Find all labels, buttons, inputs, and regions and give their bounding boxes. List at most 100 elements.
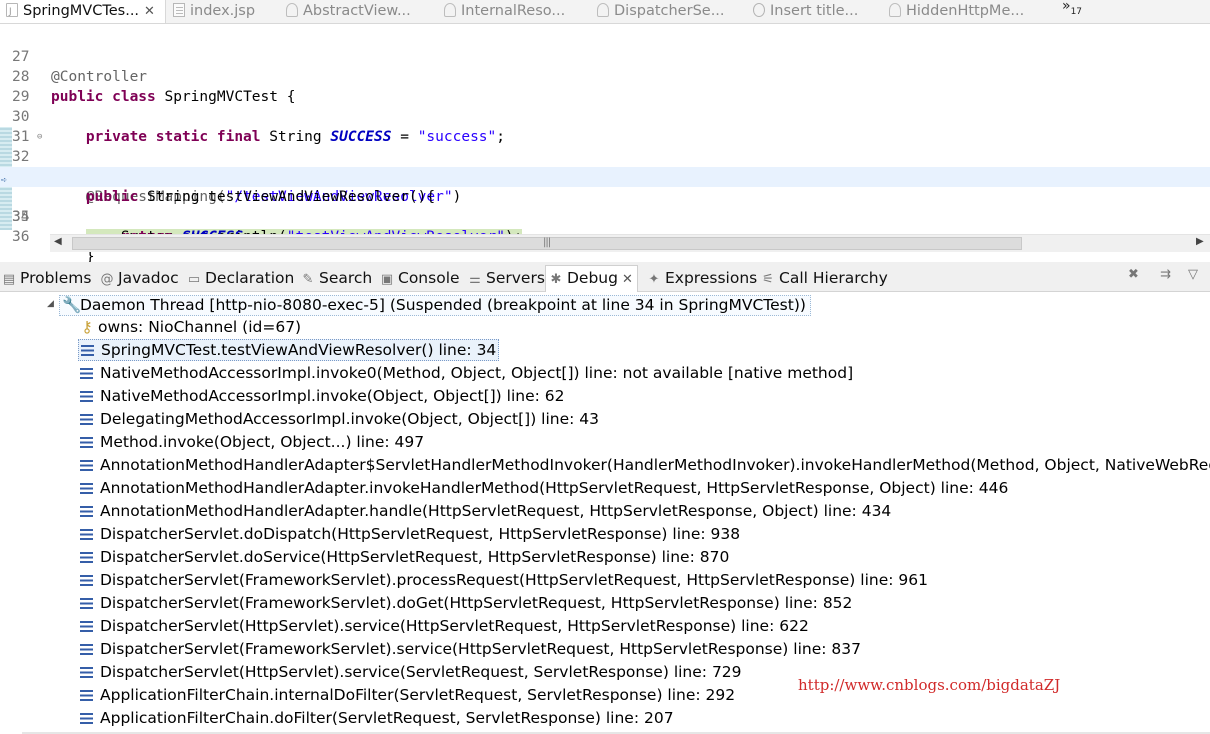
- class-file-icon: [889, 3, 901, 17]
- thread-label-box: 🔧Daemon Thread [http-nio-8080-exec-5] (S…: [59, 295, 811, 316]
- code-editor[interactable]: 27 @Controller 28 public class SpringMVC…: [0, 24, 1210, 265]
- tab-console[interactable]: ▣ Console: [380, 267, 460, 291]
- stack-frame-icon: [80, 506, 93, 517]
- editor-tab-label: HiddenHttpMe...: [906, 3, 1025, 19]
- owns-label: owns: NioChannel (id=67): [98, 318, 302, 336]
- class-file-icon: [597, 3, 609, 17]
- frame-label: Method.invoke(Object, Object...) line: 4…: [100, 433, 425, 451]
- editor-tab-hiddenhttpme[interactable]: HiddenHttpMe...: [889, 0, 1025, 23]
- stack-frame[interactable]: ApplicationFilterChain.doFilter(ServletR…: [80, 707, 674, 730]
- tab-overflow-button[interactable]: »17: [1062, 0, 1082, 17]
- stack-frame-icon: [80, 483, 93, 494]
- javadoc-icon: @: [100, 272, 114, 287]
- frame-label: DelegatingMethodAccessorImpl.invoke(Obje…: [100, 410, 600, 428]
- tab-label: Declaration: [205, 269, 295, 287]
- tab-label: Debug: [567, 269, 618, 287]
- stack-frame[interactable]: ApplicationFilterChain.internalDoFilter(…: [80, 684, 735, 707]
- editor-horizontal-scrollbar[interactable]: ◀ ||| ▶: [50, 234, 1210, 252]
- frame-label: DispatcherServlet.doService(HttpServletR…: [100, 548, 730, 566]
- stack-frame[interactable]: NativeMethodAccessorImpl.invoke0(Method,…: [80, 362, 853, 385]
- editor-tab-label: index.jsp: [190, 3, 256, 19]
- stack-frame[interactable]: AnnotationMethodHandlerAdapter$ServletHa…: [80, 454, 1210, 477]
- tab-debug[interactable]: ✱ Debug ✕: [545, 265, 638, 293]
- frame-label: SpringMVCTest.testViewAndViewResolver() …: [101, 341, 497, 359]
- stack-frame[interactable]: DispatcherServlet(FrameworkServlet).serv…: [80, 638, 861, 661]
- editor-tab-bar: SpringMVCTes... ✕ index.jsp AbstractView.…: [0, 0, 1210, 24]
- debug-tree[interactable]: ◢ 🔧Daemon Thread [http-nio-8080-exec-5] …: [0, 292, 1210, 734]
- frame-label: DispatcherServlet(FrameworkServlet).serv…: [100, 640, 861, 658]
- tab-label: Search: [319, 269, 373, 287]
- tab-search[interactable]: ✎ Search: [301, 267, 373, 291]
- stack-frame[interactable]: Method.invoke(Object, Object...) line: 4…: [80, 431, 424, 454]
- tab-declaration[interactable]: ▭ Declaration: [187, 267, 295, 291]
- editor-tab-dispatcherse[interactable]: DispatcherSe...: [597, 0, 725, 23]
- tab-call-hierarchy[interactable]: ⚟ Call Hierarchy: [761, 267, 888, 291]
- tab-label: Javadoc: [118, 269, 179, 287]
- editor-tab-insert-title[interactable]: Insert title...: [753, 0, 859, 23]
- stack-frame-icon: [80, 529, 93, 540]
- stack-frame-selected[interactable]: SpringMVCTest.testViewAndViewResolver() …: [78, 339, 500, 361]
- expressions-icon: ✦: [648, 272, 660, 287]
- view-menu-icon[interactable]: ⇉: [1160, 267, 1171, 282]
- search-icon: ✎: [302, 272, 314, 287]
- stack-frame-icon: [80, 460, 93, 471]
- frame-label: DispatcherServlet(FrameworkServlet).doGe…: [100, 594, 853, 612]
- stack-frame-icon: [80, 391, 93, 402]
- fold-collapse-icon[interactable]: ⊖: [37, 127, 42, 147]
- stack-frame[interactable]: DispatcherServlet(FrameworkServlet).proc…: [80, 569, 928, 592]
- owns-node[interactable]: ⚷ owns: NioChannel (id=67): [80, 316, 301, 339]
- remove-terminated-icon[interactable]: ✖: [1128, 267, 1139, 282]
- editor-tab-abstractview[interactable]: AbstractView...: [286, 0, 411, 23]
- editor-tab-label: InternalReso...: [461, 3, 566, 19]
- stack-frame[interactable]: NativeMethodAccessorImpl.invoke(Object, …: [80, 385, 565, 408]
- stack-frame-icon: [80, 437, 93, 448]
- collapse-arrow-icon[interactable]: ◢: [47, 293, 54, 316]
- stack-frame[interactable]: DispatcherServlet(HttpServlet).service(H…: [80, 615, 809, 638]
- editor-tab-springmvctest[interactable]: SpringMVCTes... ✕: [0, 0, 166, 23]
- stack-frame-icon: [80, 552, 93, 563]
- stack-frame[interactable]: AnnotationMethodHandlerAdapter.invokeHan…: [80, 477, 1008, 500]
- watermark-url: http://www.cnblogs.com/bigdataZJ: [798, 676, 1061, 694]
- frame-label: DispatcherServlet.doDispatch(HttpServlet…: [100, 525, 741, 543]
- chevron-down-icon[interactable]: ▽: [1188, 267, 1198, 282]
- scrollbar-thumb[interactable]: |||: [72, 237, 1022, 250]
- close-icon[interactable]: ✕: [622, 272, 633, 287]
- stack-frame-icon: [81, 345, 94, 356]
- stack-frame[interactable]: DispatcherServlet.doService(HttpServletR…: [80, 546, 729, 569]
- tab-javadoc[interactable]: @ Javadoc: [100, 267, 179, 291]
- code-line-33: 33 public String testViewAndViewResolver…: [0, 147, 1210, 205]
- tab-problems[interactable]: ▤ Problems: [2, 267, 92, 291]
- stack-frame[interactable]: DelegatingMethodAccessorImpl.invoke(Obje…: [80, 408, 599, 431]
- scroll-left-icon[interactable]: ◀: [54, 236, 62, 247]
- stack-frame[interactable]: DispatcherServlet(HttpServlet).service(S…: [80, 661, 742, 684]
- editor-tab-label: Insert title...: [770, 3, 859, 19]
- stack-frame[interactable]: AnnotationMethodHandlerAdapter.handle(Ht…: [80, 500, 891, 523]
- stack-frame[interactable]: DispatcherServlet(FrameworkServlet).doGe…: [80, 592, 852, 615]
- tab-label: Console: [398, 269, 460, 287]
- code-line-35: 35 return SUCCESS;: [0, 187, 1210, 245]
- monitor-key-icon: ⚷: [81, 318, 93, 336]
- console-icon: ▣: [380, 272, 394, 287]
- debug-icon: ✱: [550, 272, 562, 287]
- stack-frame-icon: [80, 621, 93, 632]
- stack-frame-icon: [80, 644, 93, 655]
- code-line-30: 30 private static final String SUCCESS =…: [0, 87, 1210, 145]
- thread-node[interactable]: ◢ 🔧Daemon Thread [http-nio-8080-exec-5] …: [0, 293, 811, 316]
- editor-tab-label: DispatcherSe...: [614, 3, 725, 19]
- thread-label: Daemon Thread [http-nio-8080-exec-5] (Su…: [80, 296, 806, 314]
- frame-label: DispatcherServlet(FrameworkServlet).proc…: [100, 571, 928, 589]
- scroll-right-icon[interactable]: ▶: [1196, 236, 1204, 247]
- tab-expressions[interactable]: ✦ Expressions: [647, 267, 758, 291]
- editor-tab-internalreso[interactable]: InternalReso...: [444, 0, 566, 23]
- declaration-icon: ▭: [187, 272, 201, 287]
- code-line-36: 36 }: [0, 207, 1210, 265]
- editor-tab-index-jsp[interactable]: index.jsp: [173, 0, 256, 23]
- stack-frame-icon: [80, 713, 93, 724]
- stack-frame[interactable]: DispatcherServlet.doDispatch(HttpServlet…: [80, 523, 740, 546]
- stack-frame-icon: [80, 414, 93, 425]
- servers-icon: ⚌: [469, 272, 481, 287]
- chevron-right-icon: »: [1062, 0, 1071, 14]
- stack-frame-icon: [80, 690, 93, 701]
- close-icon[interactable]: ✕: [144, 4, 155, 19]
- tab-servers[interactable]: ⚌ Servers: [468, 267, 545, 291]
